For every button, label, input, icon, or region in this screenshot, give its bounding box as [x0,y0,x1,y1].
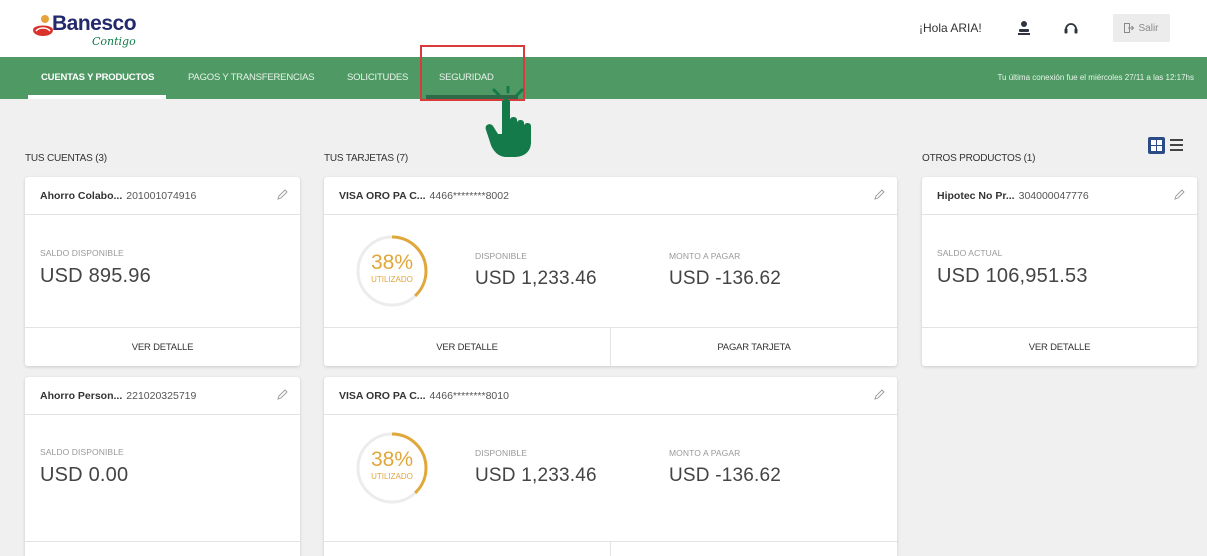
card-footer: VER DETALLE [25,541,300,556]
due-label: MONTO A PAGAR [669,251,741,261]
card-footer: VER DETALLE PAGAR TARJETA [324,541,897,556]
list-view-icon[interactable] [1170,139,1183,152]
available-label: DISPONIBLE [475,448,528,458]
pagar-tarjeta-button[interactable]: PAGAR TARJETA [611,542,897,556]
card-header: Ahorro Colabo... 201001074916 [25,177,300,215]
card-header: Hipotec No Pr... 304000047776 [922,177,1197,215]
pointer-hand-icon [485,86,531,157]
ver-detalle-button[interactable]: VER DETALLE [25,542,300,556]
card-header: VISA ORO PA C... 4466********8002 [324,177,897,215]
product-name: Hipotec No Pr... 304000047776 [937,190,1089,202]
main-nav: CUENTAS Y PRODUCTOS PAGOS Y TRANSFERENCI… [0,57,1207,99]
greeting-text: ¡Hola ARIA! [919,21,982,35]
utilization-label: UTILIZADO [371,472,413,481]
ver-detalle-button[interactable]: VER DETALLE [324,542,610,556]
headset-icon[interactable] [1063,20,1079,36]
card-header: VISA ORO PA C... 4466********8010 [324,377,897,415]
ver-detalle-button[interactable]: VER DETALLE [25,328,300,366]
cards-section-title: TUS TARJETAS (7) [324,153,409,164]
account-number: 221020325719 [126,390,197,402]
available-amount: USD 1,233.46 [475,268,597,289]
account-name: Ahorro Person... 221020325719 [40,390,197,402]
due-label: MONTO A PAGAR [669,448,741,458]
balance-label: SALDO DISPONIBLE [40,248,124,258]
pagar-tarjeta-button[interactable]: PAGAR TARJETA [611,328,897,366]
card-number: 4466********8002 [429,190,509,202]
other-products-section-title: OTROS PRODUCTOS (1) [922,153,1036,164]
card-footer: VER DETALLE [25,327,300,366]
credit-card-card: VISA ORO PA C... 4466********8002 38% UTI… [324,177,897,366]
account-card: Ahorro Colabo... 201001074916 SALDO DISPO… [25,177,300,366]
top-header: Banesco Contigo ¡Hola ARIA! Salir [0,0,1207,57]
account-card: Ahorro Person... 221020325719 SALDO DISPO… [25,377,300,556]
brand-name: Banesco [52,12,137,35]
pencil-icon[interactable] [276,189,288,201]
other-product-card: Hipotec No Pr... 304000047776 SALDO ACTUA… [922,177,1197,366]
grid-view-icon[interactable] [1148,137,1165,154]
brand-tagline: Contigo [92,35,136,48]
last-connection-text: Tu última conexión fue el miércoles 27/1… [997,73,1194,82]
due-amount: USD -136.62 [669,465,782,486]
card-number: 4466********8010 [429,390,509,402]
ver-detalle-button[interactable]: VER DETALLE [922,328,1197,366]
logout-button[interactable]: Salir [1113,14,1170,42]
utilization-label: UTILIZADO [371,275,413,284]
balance-label: SALDO ACTUAL [937,248,1003,258]
banesco-logo[interactable]: Banesco Contigo [30,8,170,52]
active-tab-indicator [28,95,166,99]
tab-cuentas-y-productos[interactable]: CUENTAS Y PRODUCTOS [41,72,154,83]
pencil-icon[interactable] [873,389,885,401]
utilization-percent: 38% [370,448,414,471]
balance-amount: USD 106,951.53 [937,265,1088,287]
balance-label: SALDO DISPONIBLE [40,447,124,457]
card-header: Ahorro Person... 221020325719 [25,377,300,415]
balance-amount: USD 0.00 [40,464,129,486]
available-label: DISPONIBLE [475,251,528,261]
card-name: VISA ORO PA C... 4466********8002 [339,190,509,202]
pencil-icon[interactable] [873,189,885,201]
user-icon[interactable] [1017,20,1031,36]
logout-icon [1124,23,1135,33]
pencil-icon[interactable] [276,389,288,401]
utilization-gauge: 38% UTILIZADO [354,233,430,309]
ver-detalle-button[interactable]: VER DETALLE [324,328,610,366]
account-name: Ahorro Colabo... 201001074916 [40,190,197,202]
utilization-gauge: 38% UTILIZADO [354,430,430,506]
credit-card-card: VISA ORO PA C... 4466********8010 38% UTI… [324,377,897,556]
utilization-percent: 38% [370,251,414,274]
available-amount: USD 1,233.46 [475,465,597,486]
accounts-section-title: TUS CUENTAS (3) [25,153,107,164]
card-name: VISA ORO PA C... 4466********8010 [339,390,509,402]
product-number: 304000047776 [1018,190,1089,202]
tab-solicitudes[interactable]: SOLICITUDES [347,72,408,83]
card-footer: VER DETALLE PAGAR TARJETA [324,327,897,366]
card-footer: VER DETALLE [922,327,1197,366]
account-number: 201001074916 [126,190,197,202]
balance-amount: USD 895.96 [40,265,151,287]
tab-pagos-y-transferencias[interactable]: PAGOS Y TRANSFERENCIAS [188,72,315,83]
logout-label: Salir [1138,22,1159,34]
pencil-icon[interactable] [1173,189,1185,201]
due-amount: USD -136.62 [669,268,782,289]
